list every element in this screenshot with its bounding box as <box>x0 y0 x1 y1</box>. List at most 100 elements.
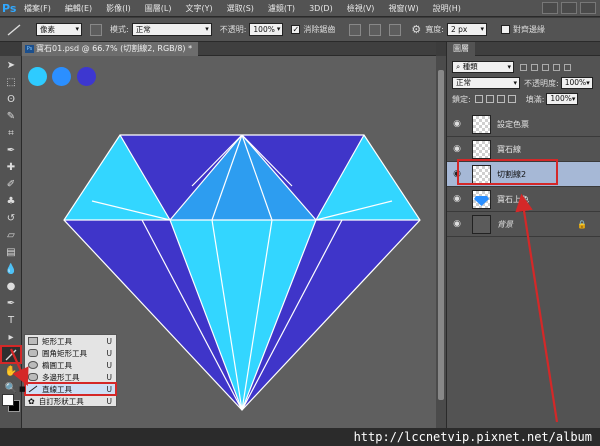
weight-input[interactable]: 2 px <box>446 23 487 36</box>
line-tool-item[interactable]: ■ 直線工具 U <box>19 382 117 396</box>
path-operations-icon[interactable] <box>349 23 362 36</box>
path-selection-tool-icon[interactable]: ▸ <box>2 330 20 345</box>
crop-tool-icon[interactable]: ⌗ <box>2 126 20 141</box>
shortcut-key: U <box>106 348 113 358</box>
menu-file[interactable]: 檔案(F) <box>24 3 51 14</box>
color-swatches[interactable] <box>2 394 20 412</box>
line-tool-icon[interactable] <box>0 345 22 364</box>
menu-3d[interactable]: 3D(D) <box>309 4 333 13</box>
history-brush-tool-icon[interactable]: ↺ <box>2 211 20 226</box>
psd-file-icon: Ps <box>25 45 34 53</box>
pen-tool-icon[interactable]: ✒ <box>2 296 20 311</box>
menu-filter[interactable]: 濾鏡(T) <box>268 3 295 14</box>
polygon-icon <box>28 373 38 381</box>
lock-label: 鎖定: <box>452 94 471 104</box>
brush-tool-icon[interactable]: ✐ <box>2 177 20 192</box>
layer-name: 寶石上色 <box>497 194 529 204</box>
layer-blend-mode-select[interactable]: 正常 <box>452 77 520 89</box>
blur-tool-icon[interactable]: 💧 <box>2 262 20 277</box>
shortcut-key: U <box>106 384 113 394</box>
shortcut-key: U <box>106 372 113 382</box>
hand-tool-icon[interactable]: ✋ <box>2 364 20 379</box>
ellipse-tool-item[interactable]: 橢圓工具 U <box>25 359 116 371</box>
menu-bar: Ps 檔案(F) 編輯(E) 影像(I) 圖層(L) 文字(Y) 選取(S) 濾… <box>0 0 600 17</box>
visibility-eye-icon[interactable]: ◉ <box>450 194 464 204</box>
foreground-color[interactable] <box>2 394 14 406</box>
menu-select[interactable]: 選取(S) <box>227 3 254 14</box>
shortcut-key: U <box>106 396 113 406</box>
tool-mode-select[interactable]: 像素 <box>36 23 82 36</box>
vertical-scrollbar[interactable] <box>436 56 446 428</box>
rectangle-tool-item[interactable]: 矩形工具 U <box>25 335 116 347</box>
layer-filter-select[interactable]: ⌕ 種類 <box>452 61 514 73</box>
eyedropper-tool-icon[interactable]: ✒ <box>2 143 20 158</box>
pixel-filter-icon[interactable] <box>520 63 527 71</box>
custom-shape-tool-item[interactable]: ✿ 自訂形狀工具 U <box>25 395 116 407</box>
custom-shape-icon: ✿ <box>28 396 35 406</box>
menu-edit[interactable]: 編輯(E) <box>65 3 92 14</box>
menu-view[interactable]: 檢視(V) <box>347 3 375 14</box>
rounded-rectangle-tool-label: 圓角矩形工具 <box>42 348 87 358</box>
healing-brush-tool-icon[interactable]: ✚ <box>2 160 20 175</box>
lock-all-icon[interactable] <box>507 95 516 103</box>
blend-mode-select[interactable]: 正常 <box>131 23 212 36</box>
menu-layer[interactable]: 圖層(L) <box>145 3 172 14</box>
polygon-tool-label: 多邊形工具 <box>42 372 80 382</box>
close-button[interactable] <box>580 2 596 14</box>
weight-label: 寬度: <box>425 25 444 34</box>
layers-tab[interactable]: 圖層 <box>447 41 475 56</box>
fill-label: 填滿: <box>525 94 545 104</box>
scroll-thumb[interactable] <box>438 70 444 400</box>
adjustment-filter-icon[interactable] <box>531 63 538 71</box>
lock-transparent-icon[interactable] <box>474 95 483 103</box>
minimize-button[interactable] <box>542 2 558 14</box>
marquee-tool-icon[interactable]: ⬚ <box>2 75 20 90</box>
layer-row[interactable]: ◉ 設定色票 <box>447 112 600 137</box>
visibility-eye-icon[interactable]: ◉ <box>450 219 464 229</box>
move-tool-icon[interactable]: ➤ <box>2 58 20 73</box>
menu-type[interactable]: 文字(Y) <box>185 3 212 14</box>
rectangle-icon <box>28 337 38 345</box>
lock-image-icon[interactable] <box>485 95 494 103</box>
lock-row: 鎖定: 填滿: 100% <box>447 91 600 107</box>
layer-opacity-input[interactable]: 100% <box>560 77 593 89</box>
opacity-label: 不透明: <box>219 25 247 34</box>
type-tool-icon[interactable]: T <box>2 313 20 328</box>
align-edges-checkbox[interactable] <box>500 25 510 34</box>
lock-position-icon[interactable] <box>496 95 505 103</box>
shape-filter-icon[interactable] <box>553 63 560 71</box>
visibility-eye-icon[interactable]: ◉ <box>450 144 464 154</box>
visibility-eye-icon[interactable]: ◉ <box>450 119 464 129</box>
watermark-bar: http://lccnetvip.pixnet.net/album <box>0 428 600 446</box>
layer-row[interactable]: ◉ 寶石上色 <box>447 187 600 212</box>
layer-filter-row: ⌕ 種類 <box>447 59 600 75</box>
layer-thumbnail <box>472 114 491 134</box>
menu-help[interactable]: 說明(H) <box>433 3 461 14</box>
gear-icon[interactable]: ⚙ <box>411 23 421 36</box>
quick-selection-tool-icon[interactable]: ✎ <box>2 109 20 124</box>
eraser-tool-icon[interactable]: ▱ <box>2 228 20 243</box>
lock-icons <box>474 95 516 103</box>
watermark-url: http://lccnetvip.pixnet.net/album <box>353 430 592 444</box>
line-tool-preset-icon[interactable] <box>4 22 26 38</box>
type-filter-icon[interactable] <box>542 63 549 71</box>
path-arrangement-icon[interactable] <box>389 23 402 36</box>
opacity-input[interactable]: 100% <box>249 23 284 36</box>
rounded-rectangle-tool-item[interactable]: 圓角矩形工具 U <box>25 347 116 359</box>
maximize-button[interactable] <box>561 2 577 14</box>
path-icon[interactable] <box>90 23 102 36</box>
menu-window[interactable]: 視窗(W) <box>388 3 418 14</box>
document-tab[interactable]: Ps 寶石01.psd @ 66.7% (切割線2, RGB/8) * <box>22 42 199 56</box>
dodge-tool-icon[interactable]: ● <box>2 279 20 294</box>
gradient-tool-icon[interactable]: ▤ <box>2 245 20 260</box>
clone-stamp-tool-icon[interactable]: ♣ <box>2 194 20 209</box>
polygon-tool-item[interactable]: 多邊形工具 U <box>25 371 116 383</box>
menu-image[interactable]: 影像(I) <box>106 3 131 14</box>
smart-object-filter-icon[interactable] <box>564 63 571 71</box>
ellipse-tool-label: 橢圓工具 <box>42 360 72 370</box>
layer-row[interactable]: ◉ 背景 🔒 <box>447 212 600 237</box>
lasso-tool-icon[interactable]: ʘ <box>2 92 20 107</box>
fill-input[interactable]: 100% <box>546 93 579 105</box>
path-alignment-icon[interactable] <box>369 23 382 36</box>
antialias-checkbox[interactable]: ✓ <box>291 25 301 34</box>
